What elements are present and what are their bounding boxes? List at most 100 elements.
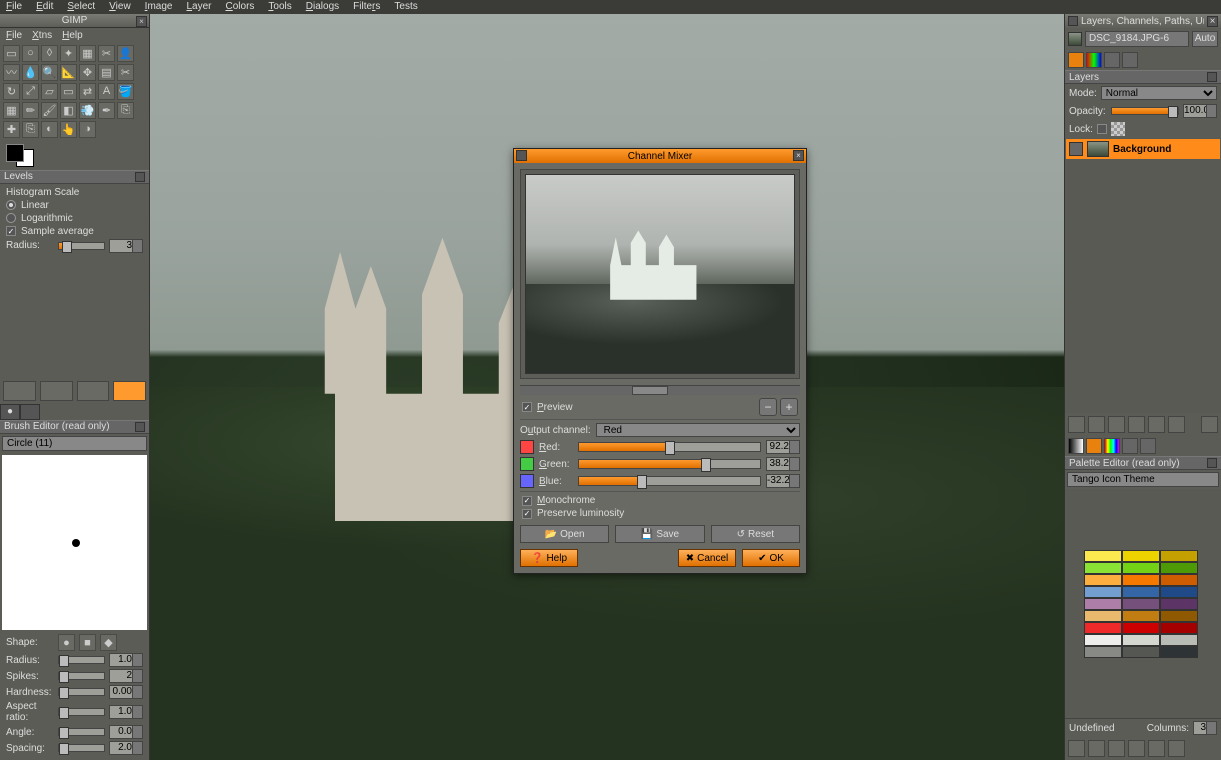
brush-editor-header[interactable]: Brush Editor (read only) <box>0 420 149 434</box>
output-channel-select[interactable]: Red <box>596 423 800 437</box>
preview-scrollbar-thumb[interactable] <box>632 386 668 395</box>
red-spinner[interactable]: 92.2 <box>766 440 800 454</box>
auto-button[interactable]: Auto <box>1192 31 1218 47</box>
tab-paths-icon[interactable] <box>1104 52 1120 68</box>
palette-zoom-fit-button[interactable] <box>1168 740 1185 757</box>
preserve-luminosity-checkbox[interactable] <box>522 509 532 519</box>
layers-menu-icon[interactable] <box>1207 72 1217 82</box>
menu-edit[interactable]: Edit <box>36 1 53 13</box>
palette-swatch-21[interactable] <box>1084 634 1122 646</box>
mode-select[interactable]: Normal <box>1101 86 1217 100</box>
palette-swatch-24[interactable] <box>1084 646 1122 658</box>
shape-diamond-icon[interactable]: ◆ <box>100 634 117 651</box>
tool-clone[interactable]: ⎘ <box>117 102 134 119</box>
palette-swatch-18[interactable] <box>1084 622 1122 634</box>
tool-crop[interactable]: ✂ <box>117 64 134 81</box>
ok-button[interactable]: ✔OK <box>742 549 800 567</box>
tool-rect-select[interactable]: ▭ <box>3 45 20 62</box>
monochrome-checkbox[interactable] <box>522 496 532 506</box>
image-selector[interactable]: DSC_9184.JPG-6 <box>1085 31 1189 47</box>
tool-dodge[interactable]: ◑ <box>79 121 96 138</box>
help-button[interactable]: ❓Help <box>520 549 578 567</box>
brush-panel-menu-icon[interactable] <box>135 422 145 432</box>
preview-scrollbar[interactable] <box>520 385 800 395</box>
radio-logarithmic[interactable] <box>6 213 16 223</box>
tool-options-header[interactable]: Levels <box>0 170 149 184</box>
blue-spinner[interactable]: -32.2 <box>766 474 800 488</box>
tool-perspective[interactable]: ▭ <box>60 83 77 100</box>
delete-options-button[interactable] <box>77 381 110 401</box>
palette-swatch-11[interactable] <box>1160 586 1198 598</box>
menu-select[interactable]: Select <box>67 1 95 13</box>
tool-flip[interactable]: ⇄ <box>79 83 96 100</box>
restore-options-button[interactable] <box>40 381 73 401</box>
tool-blur[interactable]: ◐ <box>41 121 58 138</box>
palette-zoom-out-button[interactable] <box>1128 740 1145 757</box>
menu-tools[interactable]: Tools <box>268 1 291 13</box>
tool-measure[interactable]: 📐 <box>60 64 77 81</box>
open-button[interactable]: 📂 Open <box>520 525 609 543</box>
palette-zoom-in-button[interactable] <box>1148 740 1165 757</box>
tool-by-color-select[interactable]: ▦ <box>79 45 96 62</box>
palette-swatch-25[interactable] <box>1122 646 1160 658</box>
brush-param-2-slider[interactable] <box>58 688 105 696</box>
toolbox-close-icon[interactable]: × <box>136 16 147 27</box>
tool-rotate[interactable]: ↻ <box>3 83 20 100</box>
tool-paintbrush[interactable]: 🖌 <box>41 102 58 119</box>
palette-swatch-10[interactable] <box>1122 586 1160 598</box>
radius-spinner[interactable]: 3 <box>109 239 143 253</box>
palette-editor-header[interactable]: Palette Editor (read only) <box>1065 456 1221 470</box>
palette-swatch-7[interactable] <box>1122 574 1160 586</box>
layer-visibility-icon[interactable] <box>1069 142 1083 156</box>
tool-scale[interactable]: ⤢ <box>22 83 39 100</box>
palette-edit-button[interactable] <box>1068 740 1085 757</box>
cancel-button[interactable]: ✖Cancel <box>678 549 736 567</box>
palette-menu-icon[interactable] <box>1207 458 1217 468</box>
palette-swatch-14[interactable] <box>1160 598 1198 610</box>
green-slider[interactable] <box>578 459 761 469</box>
palette-swatch-26[interactable] <box>1160 646 1198 658</box>
brush-param-0-spinner[interactable]: 1.0 <box>109 653 143 667</box>
tool-ellipse-select[interactable]: ○ <box>22 45 39 62</box>
zoom-out-button[interactable]: − <box>759 398 777 416</box>
panel-menu-icon[interactable] <box>135 172 145 182</box>
layer-menu-button[interactable] <box>1201 416 1218 433</box>
tool-bucket-fill[interactable]: 🪣 <box>117 83 134 100</box>
layer-name[interactable]: Background <box>1113 144 1171 155</box>
tab-brushes-icon[interactable] <box>1086 438 1102 454</box>
shape-square-icon[interactable]: ■ <box>79 634 96 651</box>
tool-zoom[interactable]: 🔍 <box>41 64 58 81</box>
tool-airbrush[interactable]: 💨 <box>79 102 96 119</box>
tool-scissors[interactable]: ✂ <box>98 45 115 62</box>
red-slider[interactable] <box>578 442 761 452</box>
opacity-slider[interactable] <box>1111 107 1179 115</box>
palette-swatch-0[interactable] <box>1084 550 1122 562</box>
brush-param-4-spinner[interactable]: 0.0 <box>109 725 143 739</box>
palette-name-field[interactable]: Tango Icon Theme <box>1067 472 1219 487</box>
palette-swatch-22[interactable] <box>1122 634 1160 646</box>
menu-colors[interactable]: Colors <box>225 1 254 13</box>
palette-swatch-17[interactable] <box>1160 610 1198 622</box>
radius-slider[interactable] <box>58 242 105 250</box>
tool-shear[interactable]: ▱ <box>41 83 58 100</box>
palette-delete-button[interactable] <box>1108 740 1125 757</box>
palette-swatch-8[interactable] <box>1160 574 1198 586</box>
brush-tab[interactable]: ● <box>0 404 20 420</box>
tool-pencil[interactable]: ✏ <box>22 102 39 119</box>
tool-heal[interactable]: ✚ <box>3 121 20 138</box>
tab-channels-icon[interactable] <box>1086 52 1102 68</box>
toolbox-menu-xtns[interactable]: Xtns <box>32 30 52 40</box>
toolbox-menu-file[interactable]: File <box>6 30 22 40</box>
tool-foreground-select[interactable]: 👤 <box>117 45 134 62</box>
tool-blend[interactable]: ▦ <box>3 102 20 119</box>
palette-swatch-2[interactable] <box>1160 550 1198 562</box>
brush-param-5-spinner[interactable]: 2.0 <box>109 741 143 755</box>
brush-param-1-slider[interactable] <box>58 672 105 680</box>
tool-fuzzy-select[interactable]: ✦ <box>60 45 77 62</box>
tool-smudge[interactable]: 👆 <box>60 121 77 138</box>
save-button[interactable]: 💾 Save <box>615 525 704 543</box>
menu-dialogs[interactable]: Dialogs <box>306 1 339 13</box>
duplicate-layer-button[interactable] <box>1128 416 1145 433</box>
brush-param-5-slider[interactable] <box>58 744 105 752</box>
delete-layer-button[interactable] <box>1168 416 1185 433</box>
